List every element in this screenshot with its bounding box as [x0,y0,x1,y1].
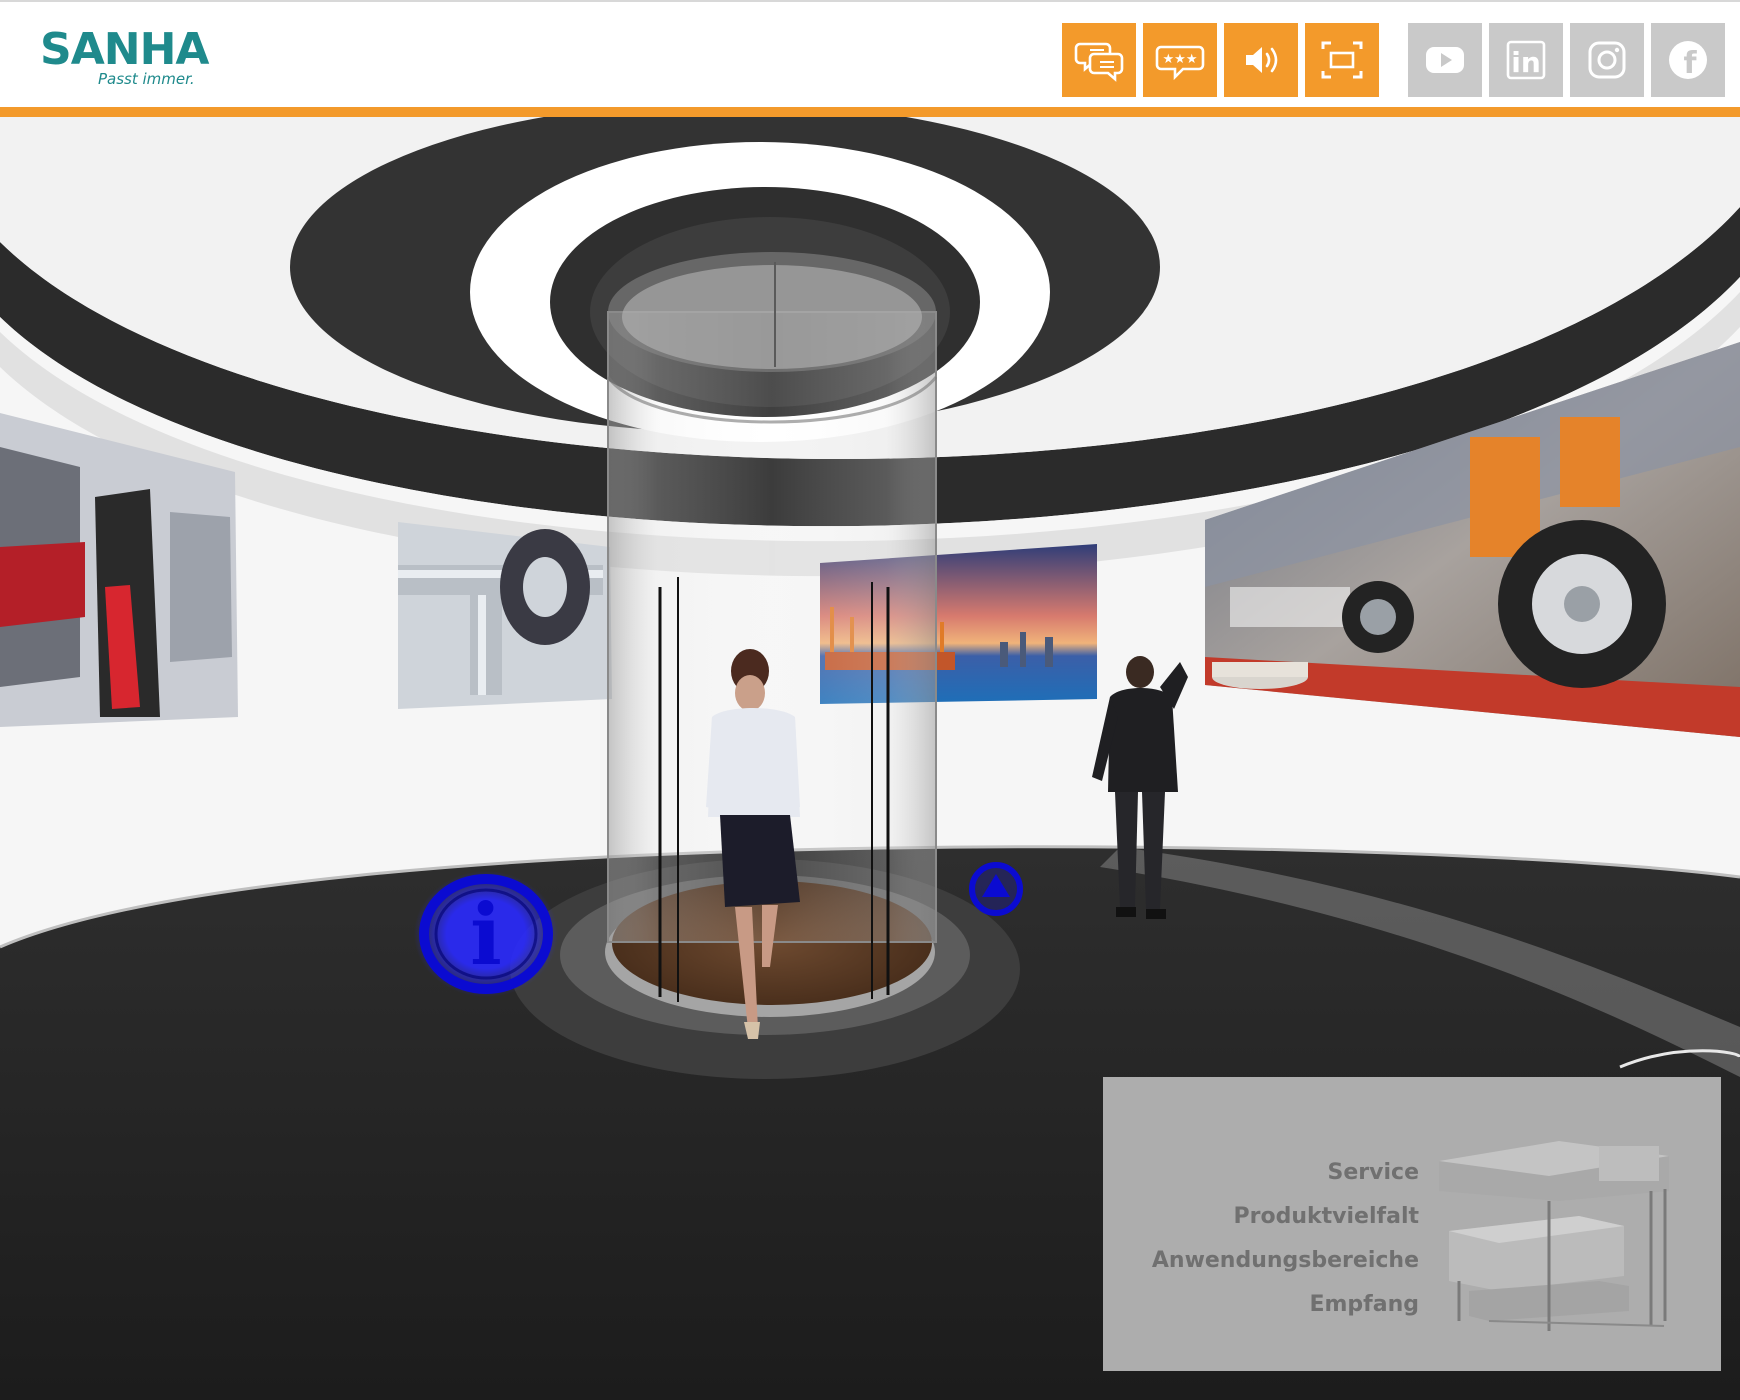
svg-text:★★★: ★★★ [1163,52,1198,67]
nav-item-service[interactable]: Service [1152,1151,1419,1195]
facebook-button[interactable]: f [1651,23,1725,97]
logo-wordmark: SANHA [40,24,209,75]
facebook-label: f [1683,46,1697,81]
speaker-icon [1246,47,1278,73]
fullscreen-button[interactable] [1305,23,1379,97]
linkedin-button[interactable]: in [1489,23,1563,97]
youtube-icon [1426,47,1464,73]
arrow-up-icon [969,862,1023,916]
rating-button[interactable]: ★★★ [1143,23,1217,97]
header-accent-bar [0,107,1740,117]
info-hotspot[interactable]: i [412,869,560,999]
building-map-icon [1439,1141,1669,1331]
nav-item-anwendungsbereiche[interactable]: Anwendungsbereiche [1152,1239,1419,1283]
sound-button[interactable] [1224,23,1298,97]
chat-button[interactable] [1062,23,1136,97]
wall-image-press-fitting [398,522,612,709]
info-label: i [470,885,502,984]
area-navigation-panel: Service Produktvielfalt Anwendungsbereic… [1103,1077,1721,1371]
app-header: SANHA Passt immer. ★★★ in f [0,0,1740,107]
chat-bubbles-icon [1074,42,1124,82]
instagram-button[interactable] [1570,23,1644,97]
header-top-line [0,0,1740,2]
linkedin-icon: in [1506,40,1546,80]
nav-item-empfang[interactable]: Empfang [1152,1283,1419,1327]
facebook-icon: f [1669,41,1707,81]
linkedin-label: in [1511,46,1541,79]
up-hotspot[interactable] [966,859,1026,919]
youtube-button[interactable] [1408,23,1482,97]
nav-item-produktvielfalt[interactable]: Produktvielfalt [1152,1195,1419,1239]
fullscreen-icon [1321,41,1363,79]
star-rating-bubble-icon: ★★★ [1155,45,1205,81]
area-navigation-list: Service Produktvielfalt Anwendungsbereic… [1152,1151,1419,1327]
info-icon: i [414,871,558,997]
logo-tagline: Passt immer. [98,70,195,88]
instagram-icon [1588,41,1626,79]
sanha-logo[interactable]: SANHA Passt immer. [40,24,209,89]
